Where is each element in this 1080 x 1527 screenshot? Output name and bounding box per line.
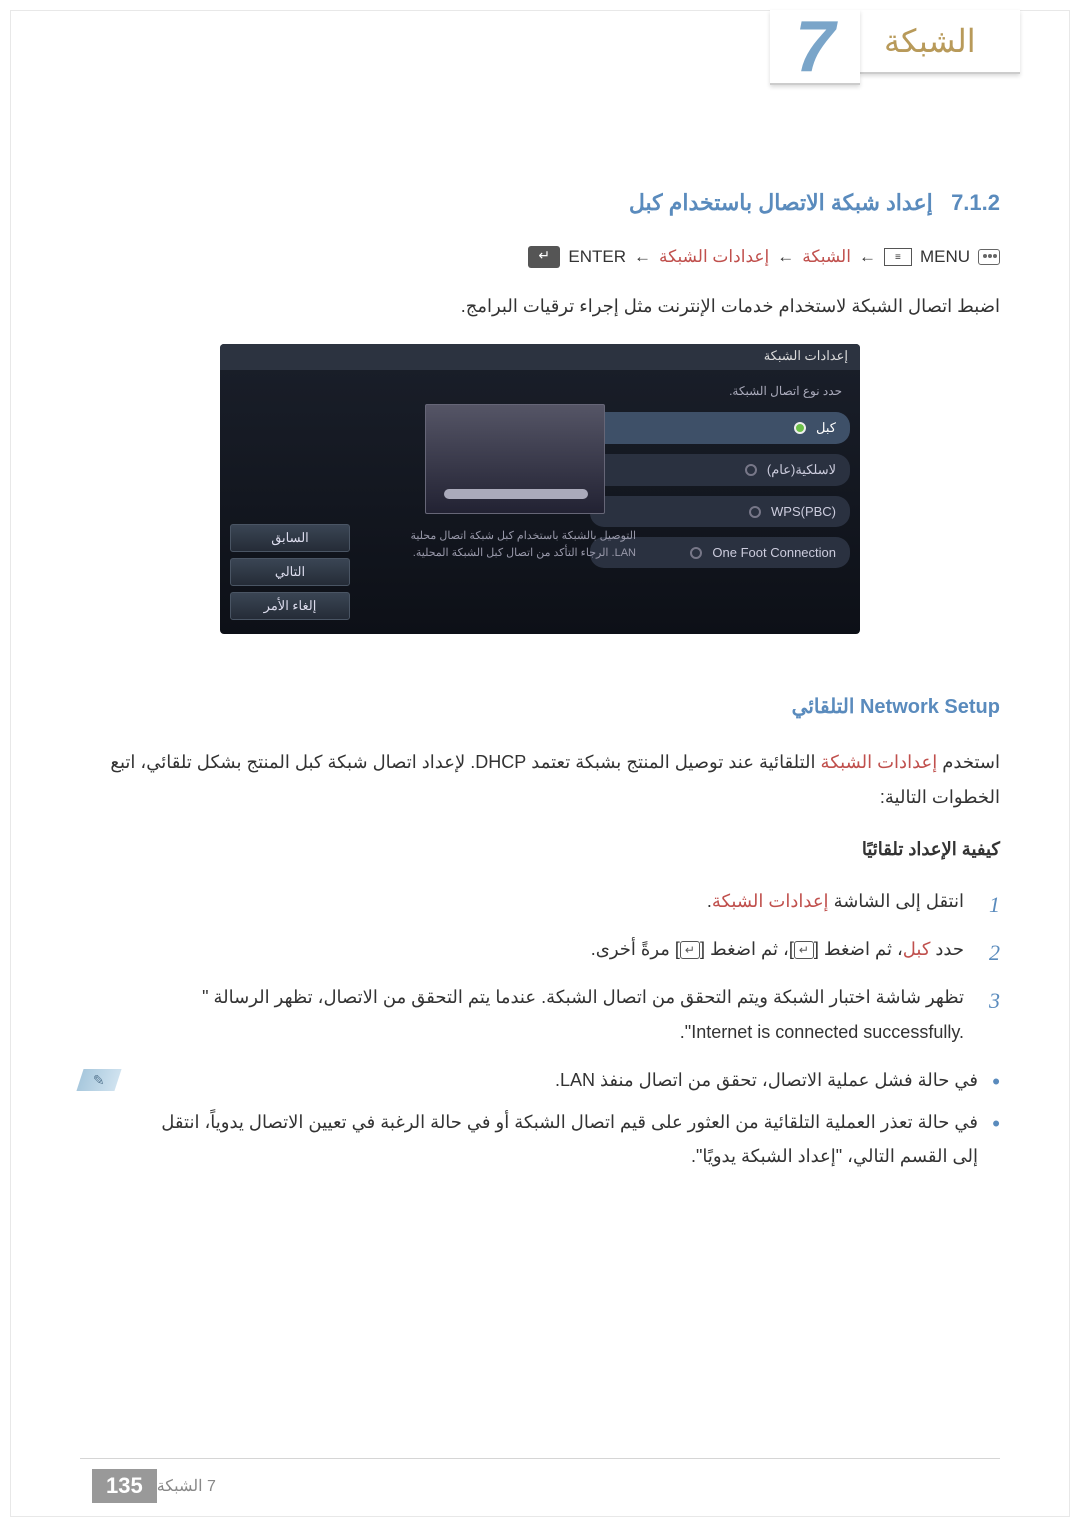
radio-icon: [749, 506, 761, 518]
enter-button-icon: ↵: [794, 941, 814, 959]
english-quote: Internet is connected successfully.: [691, 1015, 964, 1049]
arrow-icon: ←: [859, 247, 876, 267]
subsection-heading: Network Setup التلقائي: [80, 694, 1000, 719]
red-term: كبل: [903, 939, 931, 959]
page-number: 135: [92, 1469, 157, 1503]
chapter-header: الشبكة 7: [770, 10, 1020, 100]
radio-icon: [745, 464, 757, 476]
section-title-text: إعداد شبكة الاتصال باستخدام كبل: [629, 190, 933, 215]
radio-icon: [794, 422, 806, 434]
osd-option-label: One Foot Connection: [712, 545, 836, 560]
howto-heading: كيفية الإعداد تلقائيًا: [80, 832, 1000, 866]
section-number: 7.1.2: [951, 190, 1000, 215]
osd-option-label: WPS(PBC): [771, 504, 836, 519]
menu-path: ENTER ← إعدادات الشبكة ← الشبكة ← ≡ MENU: [80, 246, 1000, 268]
steps-list: انتقل إلى الشاشة إعدادات الشبكة. حدد كبل…: [80, 884, 1000, 1049]
page-footer: 135 7 الشبكة: [80, 1458, 1000, 1503]
arrow-icon: ←: [777, 247, 794, 267]
step-2: حدد كبل، ثم اضغط [↵]، ثم اضغط [↵] مرةً أ…: [80, 932, 1000, 966]
step-1: انتقل إلى الشاشة إعدادات الشبكة.: [80, 884, 1000, 918]
menu-bars-icon: ≡: [884, 248, 912, 266]
radio-icon: [690, 547, 702, 559]
red-term: إعدادات الشبكة: [821, 752, 938, 772]
note-block: ✎ في حالة فشل عملية الاتصال، تحقق من اتص…: [80, 1063, 1000, 1182]
subsection-intro: استخدم إعدادات الشبكة التلقائية عند توصي…: [80, 745, 1000, 813]
footer-label: 7 الشبكة: [157, 1476, 216, 1496]
remote-icon: [978, 249, 1000, 265]
chapter-title: الشبكة: [860, 10, 1020, 74]
red-term: إعدادات الشبكة: [712, 891, 829, 911]
arrow-icon: ←: [634, 247, 651, 267]
osd-screenshot: إعدادات الشبكة حدد نوع اتصال الشبكة. كبل…: [220, 344, 860, 634]
intro-text: اضبط اتصال الشبكة لاستخدام خدمات الإنترن…: [80, 290, 1000, 322]
note-item: في حالة تعذر العملية التلقائية من العثور…: [136, 1105, 1000, 1173]
osd-description: التوصيل بالشبكة باستخدام كبل شبكة اتصال …: [390, 528, 640, 561]
section-heading: 7.1.2 إعداد شبكة الاتصال باستخدام كبل: [80, 190, 1000, 216]
enter-button-icon: ↵: [680, 941, 700, 959]
nav-item-network: الشبكة: [802, 247, 851, 267]
osd-illustration: [425, 404, 605, 514]
osd-next-button: التالي: [230, 558, 350, 586]
note-icon: ✎: [76, 1069, 121, 1091]
osd-title: إعدادات الشبكة: [220, 344, 860, 370]
step-3: تظهر شاشة اختبار الشبكة ويتم التحقق من ا…: [80, 980, 1000, 1048]
nav-enter: ENTER: [568, 247, 626, 267]
nav-menu: MENU: [920, 247, 970, 267]
enter-icon: [528, 246, 560, 268]
chapter-number: 7: [770, 10, 860, 85]
osd-option-label: كبل: [816, 420, 836, 436]
osd-prev-button: السابق: [230, 524, 350, 552]
osd-option-label: لاسلكية(عام): [767, 462, 836, 478]
note-item: في حالة فشل عملية الاتصال، تحقق من اتصال…: [136, 1063, 1000, 1097]
nav-item-settings: إعدادات الشبكة: [659, 247, 769, 267]
osd-cancel-button: إلغاء الأمر: [230, 592, 350, 620]
